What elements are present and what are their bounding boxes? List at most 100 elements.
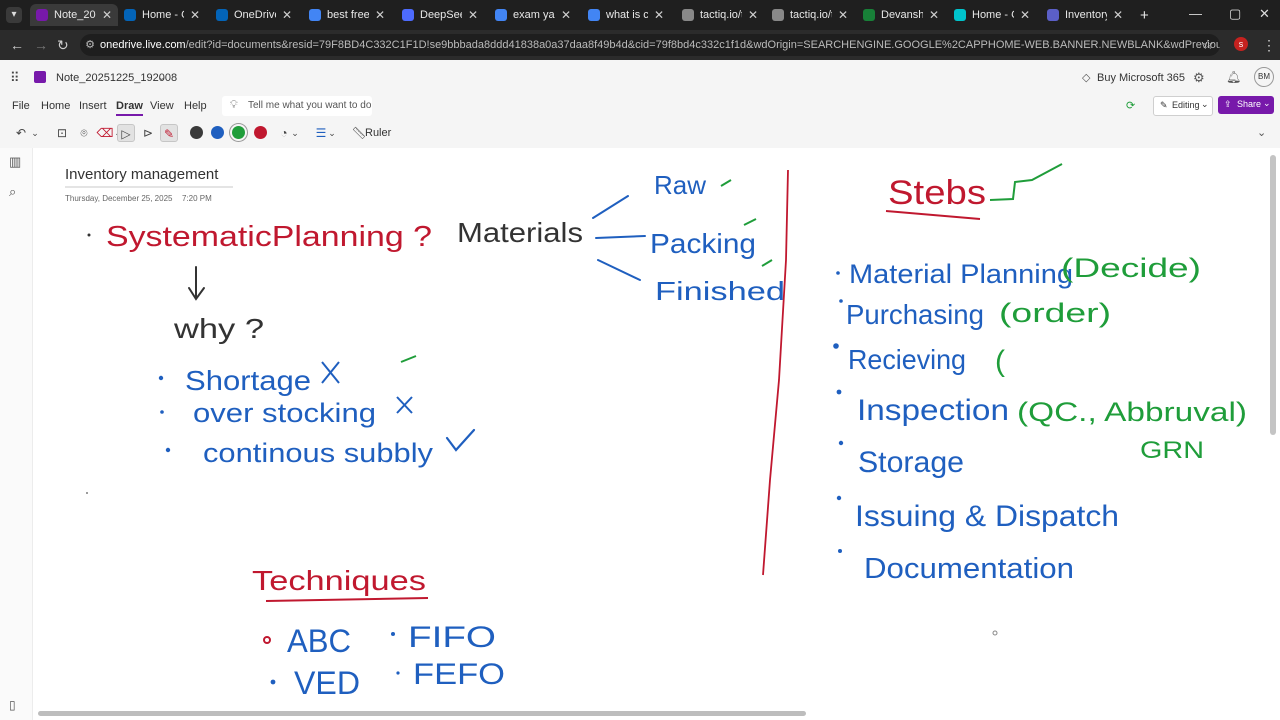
reload-icon[interactable]: ↻: [57, 37, 69, 54]
close-window-icon[interactable]: ✕: [1259, 6, 1270, 22]
onenote-app-bar: ⠿ Note_20251225_192008 ⌄ ◇ Buy Microsoft…: [0, 60, 1280, 94]
lasso-select-icon[interactable]: ⌾: [75, 124, 93, 142]
tab-search-button[interactable]: ▾: [6, 7, 22, 23]
tick-finished: [761, 259, 773, 267]
minimize-icon[interactable]: —: [1189, 6, 1202, 21]
diamond-icon: ◇: [1082, 72, 1091, 84]
tab-close-icon[interactable]: ✕: [654, 8, 664, 22]
pen-green[interactable]: [232, 126, 245, 139]
tab-help[interactable]: Help: [184, 100, 207, 112]
ruler-label[interactable]: Ruler: [365, 127, 391, 139]
buy-microsoft-link[interactable]: Buy Microsoft 365: [1097, 72, 1185, 84]
tab-view[interactable]: View: [150, 100, 174, 112]
site-info-icon[interactable]: ⚙: [80, 34, 100, 56]
note-canvas[interactable]: Inventory management Thursday, December …: [33, 148, 1280, 720]
tab-close-icon[interactable]: ✕: [375, 8, 385, 22]
thickness-chevron-icon[interactable]: ⌄: [327, 124, 337, 142]
tab-close-icon[interactable]: ✕: [561, 8, 571, 22]
new-tab-button[interactable]: +: [1134, 4, 1154, 26]
browser-tab[interactable]: Home - Can ✕: [948, 4, 1036, 26]
tick-stray: [400, 355, 417, 363]
highlighter-chevron-icon[interactable]: ⌄: [290, 124, 300, 142]
settings-gear-icon[interactable]: ⚙: [1193, 70, 1205, 86]
browser-tab[interactable]: OneDrive ✕: [210, 4, 298, 26]
browser-tab-strip: ▾ Note_20251✕Home - One✕OneDrive✕best fr…: [0, 0, 1280, 30]
tab-close-icon[interactable]: ✕: [1113, 8, 1123, 22]
browser-tab[interactable]: Note_20251 ✕: [30, 4, 118, 26]
notifications-bell-icon[interactable]: 🔔︎: [1226, 70, 1241, 84]
browser-tab[interactable]: Inventory M ✕: [1041, 4, 1129, 26]
left-rail: ▥ ⌕ ▯: [0, 148, 33, 720]
select-objects-icon[interactable]: ⊳: [139, 124, 157, 142]
tab-title: DeepSeek: [420, 9, 462, 21]
horizontal-scrollbar[interactable]: [38, 711, 806, 716]
share-button[interactable]: ⇪ Share ⌄: [1218, 96, 1274, 114]
undo-icon[interactable]: ↶: [12, 124, 30, 142]
tab-title: tactiq.io/too: [700, 9, 742, 21]
ink-continous: continous subbly: [203, 438, 434, 468]
tab-file[interactable]: File: [12, 100, 30, 112]
pen-black[interactable]: [190, 126, 203, 139]
ink-to-shape-icon[interactable]: ✎: [160, 124, 178, 142]
search-icon[interactable]: ⌕: [9, 184, 16, 200]
browser-tab[interactable]: what is conti ✕: [582, 4, 670, 26]
tab-favicon-icon: [36, 9, 48, 21]
pencil-icon: ✎: [1160, 100, 1168, 110]
tab-draw[interactable]: Draw: [116, 100, 143, 116]
ink-step-recieving: Recieving: [848, 344, 966, 375]
tab-insert[interactable]: Insert: [79, 100, 107, 112]
tick-packing: [743, 218, 757, 226]
ink-recieving-paren: (: [995, 345, 1005, 378]
maximize-icon[interactable]: ▢: [1229, 6, 1241, 22]
ink-finished: Finished: [655, 276, 785, 306]
tab-close-icon[interactable]: ✕: [190, 8, 200, 22]
browser-tab[interactable]: tactiq.io/too ✕: [676, 4, 764, 26]
tab-close-icon[interactable]: ✕: [282, 8, 292, 22]
undo-chevron-icon[interactable]: ⌄: [30, 124, 40, 142]
steps-underline: [885, 210, 981, 220]
bookmark-star-icon[interactable]: ☆: [1202, 37, 1214, 53]
browser-tab[interactable]: best free llm ✕: [303, 4, 391, 26]
browser-tab[interactable]: Home - One ✕: [118, 4, 206, 26]
browser-tab[interactable]: DeepSeek ✕: [396, 4, 484, 26]
bullet-ved: [270, 679, 276, 685]
address-bar-row: ← → ↻ ⚙ onedrive.live.com/edit?id=documen…: [0, 30, 1280, 60]
tab-home[interactable]: Home: [41, 100, 70, 112]
ink-layer: Inventory management Thursday, December …: [65, 163, 1247, 701]
app-launcher-icon[interactable]: ⠿: [10, 70, 20, 86]
notebooks-icon[interactable]: ▥: [9, 154, 21, 170]
tab-close-icon[interactable]: ✕: [838, 8, 848, 22]
url-field[interactable]: ⚙ onedrive.live.com/edit?id=documents&res…: [80, 34, 1220, 56]
browser-tab[interactable]: exam ya imp ✕: [489, 4, 577, 26]
tab-close-icon[interactable]: ✕: [468, 8, 478, 22]
vertical-scrollbar[interactable]: [1270, 155, 1276, 435]
tab-close-icon[interactable]: ✕: [1020, 8, 1030, 22]
page-icon[interactable]: ▯: [9, 698, 16, 712]
type-select-icon[interactable]: ⊡: [53, 124, 71, 142]
user-avatar[interactable]: BM: [1254, 67, 1274, 87]
page-title[interactable]: Inventory management: [65, 166, 219, 183]
ink-materials: Materials: [457, 217, 583, 248]
browser-tab[interactable]: Devansh M ✕: [857, 4, 945, 26]
materials-branches: [592, 195, 646, 281]
pen-blue[interactable]: [211, 126, 224, 139]
tab-close-icon[interactable]: ✕: [748, 8, 758, 22]
tab-close-icon[interactable]: ✕: [102, 8, 112, 22]
browser-menu-icon[interactable]: ⋮: [1262, 37, 1276, 54]
profile-avatar[interactable]: s: [1234, 37, 1248, 51]
ribbon-collapse-icon[interactable]: ⌄: [1257, 126, 1266, 139]
browser-tab[interactable]: tactiq.io/too ✕: [766, 4, 854, 26]
pointer-tool-icon[interactable]: ▷: [117, 124, 135, 142]
tab-favicon-icon: [588, 9, 600, 21]
title-chevron-icon[interactable]: ⌄: [158, 72, 166, 83]
back-icon[interactable]: ←: [10, 37, 24, 53]
tell-me-box[interactable]: 💡︎ Tell me what you want to do: [222, 96, 372, 116]
editing-mode-button[interactable]: ✎ Editing ⌄: [1153, 96, 1213, 116]
forward-icon[interactable]: →: [34, 37, 48, 53]
pen-red[interactable]: [254, 126, 267, 139]
eraser-icon[interactable]: ⌫: [96, 124, 114, 142]
tab-favicon-icon: [309, 9, 321, 21]
ink-shortage: Shortage: [185, 365, 311, 396]
tab-title: Home - One: [142, 9, 184, 21]
tab-close-icon[interactable]: ✕: [929, 8, 939, 22]
